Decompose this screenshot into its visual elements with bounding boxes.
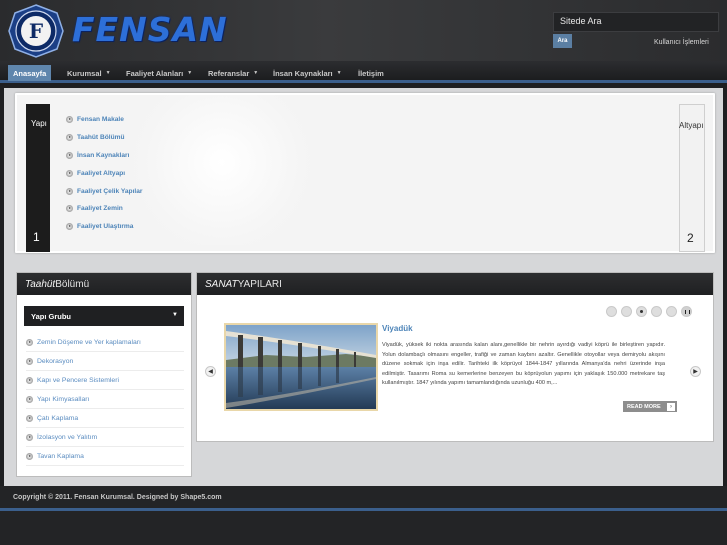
bullet-arrow-icon (66, 151, 73, 159)
content-area: Yapı 1 Fensan Makale Taahüt Bölümü İnsan… (4, 88, 723, 486)
nav-item-insan-kaynaklari[interactable]: İnsan Kaynakları ▼ (273, 66, 342, 80)
featured-slider: Yapı 1 Fensan Makale Taahüt Bölümü İnsan… (15, 93, 715, 253)
category-item[interactable]: Tavan Kaplama (26, 447, 184, 466)
slide-dot[interactable] (621, 306, 632, 317)
slide-link[interactable]: İnsan Kaynakları (66, 147, 143, 165)
bullet-arrow-icon (26, 433, 33, 441)
bullet-arrow-icon (66, 223, 73, 231)
bullet-arrow-icon (66, 116, 73, 124)
pause-icon[interactable] (681, 306, 692, 317)
bullet-arrow-icon (26, 414, 33, 422)
caret-down-icon: ▼ (187, 70, 193, 76)
article-body: Viyadük, yüksek iki nokta arasında kalan… (382, 342, 665, 387)
box-title-italic: Taahüt (25, 278, 56, 290)
slide-dot-active[interactable] (636, 306, 647, 317)
category-item[interactable]: Dekorasyon (26, 352, 184, 371)
nav-label: Anasayfa (13, 68, 47, 78)
nav-item-iletisim[interactable]: İletişim (358, 66, 384, 80)
bullet-arrow-icon (66, 187, 73, 195)
next-arrow-icon[interactable]: ▶ (690, 366, 701, 377)
nav-label: Faaliyet Alanları (126, 68, 184, 78)
slide-panel-number: 1 (33, 230, 40, 244)
logo-letter: F (29, 19, 43, 43)
slide-panel-number: 2 (687, 231, 694, 245)
sanat-yapilari-box: SANAT YAPILARI ◀ ▶ Viyadük Viyadük, yüks… (196, 272, 714, 442)
footer-divider (0, 508, 727, 511)
viaduct-image[interactable] (224, 323, 378, 411)
bullet-arrow-icon (66, 169, 73, 177)
slide-link[interactable]: Taahüt Bölümü (66, 129, 143, 147)
box-title-italic: SANAT (205, 278, 238, 290)
nav-label: İnsan Kaynakları (273, 68, 333, 78)
yapi-grubu-dropdown[interactable]: Yapı Grubu ▼ (24, 306, 184, 326)
box-title: Taahüt Bölümü (17, 273, 191, 295)
nav-item-faaliyet[interactable]: Faaliyet Alanları ▼ (126, 66, 192, 80)
bullet-arrow-icon (26, 338, 33, 346)
nav-label: İletişim (358, 68, 384, 78)
slide-panel-altyapi[interactable]: Altyapı 2 (679, 104, 705, 252)
caret-down-icon: ▼ (336, 70, 342, 76)
taahut-box: Taahüt Bölümü Yapı Grubu ▼ Zemin Döşeme … (16, 272, 192, 477)
box-title-rest: YAPILARI (237, 278, 282, 290)
bullet-arrow-icon (26, 376, 33, 384)
category-item[interactable]: Çatı Kaplama (26, 409, 184, 428)
category-list: Zemin Döşeme ve Yer kaplamaları Dekorasy… (26, 333, 184, 466)
category-item[interactable]: Zemin Döşeme ve Yer kaplamaları (26, 333, 184, 352)
category-item[interactable]: Kapı ve Pencere Sistemleri (26, 371, 184, 390)
slide-dots (606, 306, 696, 317)
bullet-arrow-icon (66, 134, 73, 142)
slide-link[interactable]: Faaliyet Zemin (66, 200, 143, 218)
slide-dot[interactable] (606, 306, 617, 317)
caret-down-icon: ▼ (253, 70, 259, 76)
caret-down-icon: ▼ (105, 70, 111, 76)
slide-panel-title: Altyapı (679, 121, 704, 130)
caret-down-icon: ▼ (172, 312, 178, 318)
slide-link[interactable]: Fensan Makale (66, 111, 143, 129)
bullet-arrow-icon (26, 452, 33, 460)
bullet-arrow-icon (66, 205, 73, 213)
main-nav: Anasayfa Kurumsal ▼ Faaliyet Alanları ▼ Re… (0, 61, 727, 83)
box-title-rest: Bölümü (55, 278, 90, 290)
slide-dot[interactable] (651, 306, 662, 317)
bullet-arrow-icon (26, 395, 33, 403)
prev-arrow-icon[interactable]: ◀ (205, 366, 216, 377)
nav-item-referanslar[interactable]: Referanslar ▼ (208, 66, 258, 80)
bullet-arrow-icon (26, 357, 33, 365)
article-title[interactable]: Viyadük (382, 324, 413, 333)
read-more-button[interactable]: READ MORE › (623, 401, 677, 412)
nav-item-kurumsal[interactable]: Kurumsal ▼ (67, 66, 111, 80)
read-more-label: READ MORE (627, 403, 661, 410)
copyright-text: Copyright © 2011. Fensan Kurumsal. Desig… (13, 494, 222, 501)
slide-panel-yapi[interactable]: Yapı 1 (26, 104, 50, 252)
dropdown-label: Yapı Grubu (31, 311, 72, 321)
search-button[interactable]: Ara (553, 34, 572, 48)
logo-text[interactable]: FENSAN (72, 10, 228, 49)
logo-emblem-icon[interactable]: F (8, 4, 64, 58)
slide-link[interactable]: Faaliyet Ulaştırma (66, 218, 143, 236)
arrow-right-icon: › (667, 402, 675, 411)
slide-panel-title: Yapı (31, 119, 47, 128)
slide-dot[interactable] (666, 306, 677, 317)
site-header: F FENSAN Sitede Ara Ara Kullanıcı İşleml… (0, 0, 727, 61)
user-operations-link[interactable]: Kullanıcı İşlemleri (654, 39, 709, 46)
nav-label: Kurumsal (67, 68, 102, 78)
slide-link[interactable]: Faaliyet Altyapı (66, 164, 143, 182)
category-item[interactable]: İzolasyon ve Yalıtım (26, 428, 184, 447)
nav-label: Referanslar (208, 68, 250, 78)
slide-link-list: Fensan Makale Taahüt Bölümü İnsan Kaynak… (66, 111, 143, 236)
slide-link[interactable]: Faaliyet Çelik Yapılar (66, 182, 143, 200)
search-input[interactable]: Sitede Ara (553, 12, 719, 32)
nav-item-anasayfa[interactable]: Anasayfa (8, 65, 52, 81)
category-item[interactable]: Yapı Kimyasalları (26, 390, 184, 409)
box-title: SANAT YAPILARI (197, 273, 713, 295)
